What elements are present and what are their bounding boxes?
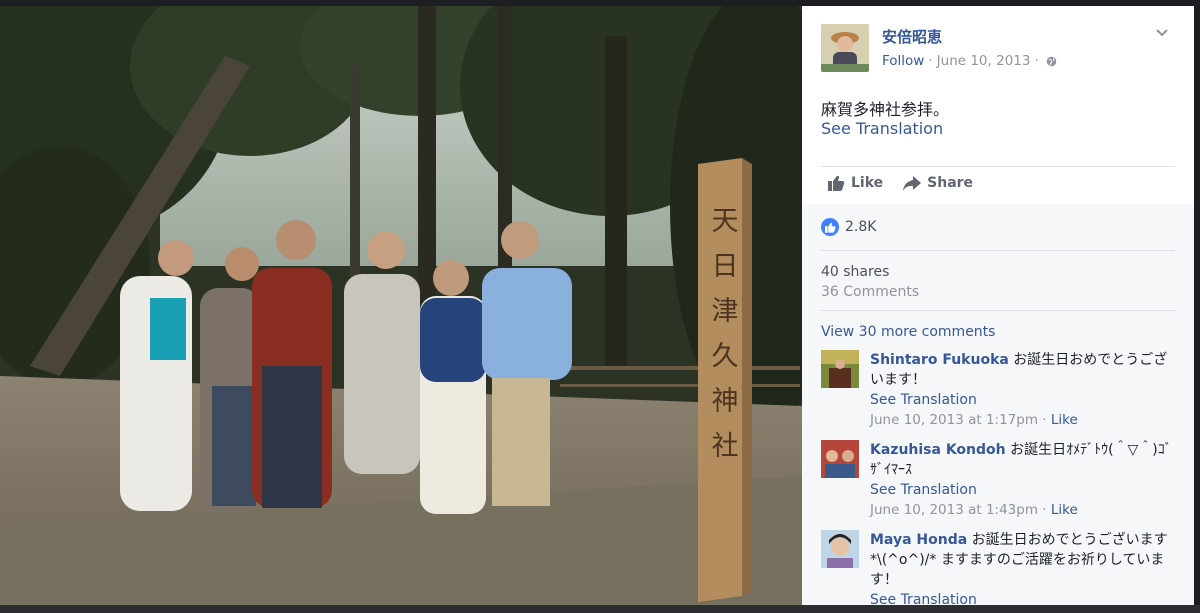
share-label: Share xyxy=(927,175,974,191)
reactions-summary[interactable]: 2.8K xyxy=(821,218,876,236)
commenter-avatar[interactable] xyxy=(821,350,859,388)
comment-body: Maya Honda お誕生日おめでとうございます*\(^o^)/* ますますの… xyxy=(870,530,1175,605)
post-meta: Follow · June 10, 2013 · xyxy=(882,53,1057,69)
post-author-name[interactable]: 安倍昭恵 xyxy=(882,26,942,47)
reaction-count: 2.8K xyxy=(845,219,877,235)
divider xyxy=(821,166,1175,167)
comments-count[interactable]: 36 Comments xyxy=(821,284,919,300)
post-panel: 安倍昭恵 Follow · June 10, 2013 · 麻賀多神社参拝。 S… xyxy=(802,6,1194,605)
meta-separator: · xyxy=(1034,53,1039,69)
follow-link[interactable]: Follow xyxy=(882,53,924,69)
divider xyxy=(821,310,1175,311)
divider xyxy=(821,250,1175,251)
post-text: 麻賀多神社参拝。 xyxy=(821,100,950,119)
comment-time[interactable]: June 10, 2013 at 1:43pm xyxy=(870,502,1038,518)
comment-body: Kazuhisa Kondoh お誕生日ｵﾒﾃﾞﾄｳ(＾▽＾)ｺﾞｻﾞｲﾏｰｽ … xyxy=(870,440,1175,520)
chevron-down-icon[interactable] xyxy=(1155,28,1169,38)
comment-see-translation[interactable]: See Translation xyxy=(870,592,977,605)
photo-image: 天日津久神社 xyxy=(0,6,802,605)
like-label: Like xyxy=(851,175,884,191)
view-more-comments-link[interactable]: View 30 more comments xyxy=(821,324,995,340)
meta-separator: · xyxy=(928,53,933,69)
author-avatar[interactable] xyxy=(821,24,869,72)
like-reaction-icon xyxy=(821,218,839,236)
share-button[interactable]: Share xyxy=(903,175,973,191)
globe-icon[interactable] xyxy=(1046,56,1057,67)
see-translation-link[interactable]: See Translation xyxy=(821,119,943,138)
post-date[interactable]: June 10, 2013 xyxy=(937,53,1031,69)
comment-like-link[interactable]: Like xyxy=(1051,502,1078,518)
comment-like-link[interactable]: Like xyxy=(1051,412,1078,428)
commenter-avatar[interactable] xyxy=(821,440,859,478)
comment-meta: June 10, 2013 at 1:17pm · Like xyxy=(870,412,1078,428)
commenter-name[interactable]: Maya Honda xyxy=(870,532,967,548)
comment-see-translation[interactable]: See Translation xyxy=(870,392,977,408)
commenter-name[interactable]: Shintaro Fukuoka xyxy=(870,352,1009,368)
right-gutter xyxy=(1194,6,1200,605)
comment-body: Shintaro Fukuoka お誕生日おめでとうございます！ See Tra… xyxy=(870,350,1175,430)
like-button[interactable]: Like xyxy=(828,175,883,191)
post-actions: Like Share xyxy=(828,175,973,191)
shares-count[interactable]: 40 shares xyxy=(821,264,889,280)
share-icon xyxy=(903,175,922,191)
post-photo[interactable]: 天日津久神社 xyxy=(0,6,802,605)
comment-time[interactable]: June 10, 2013 at 1:17pm xyxy=(870,412,1038,428)
bottom-bar xyxy=(0,605,1200,613)
shrine-post-text: 天日津久神社 xyxy=(707,206,739,476)
commenter-avatar[interactable] xyxy=(821,530,859,568)
comment-meta: June 10, 2013 at 1:43pm · Like xyxy=(870,502,1078,518)
comment-see-translation[interactable]: See Translation xyxy=(870,482,977,498)
thumbs-up-icon xyxy=(828,175,845,191)
commenter-name[interactable]: Kazuhisa Kondoh xyxy=(870,442,1006,458)
